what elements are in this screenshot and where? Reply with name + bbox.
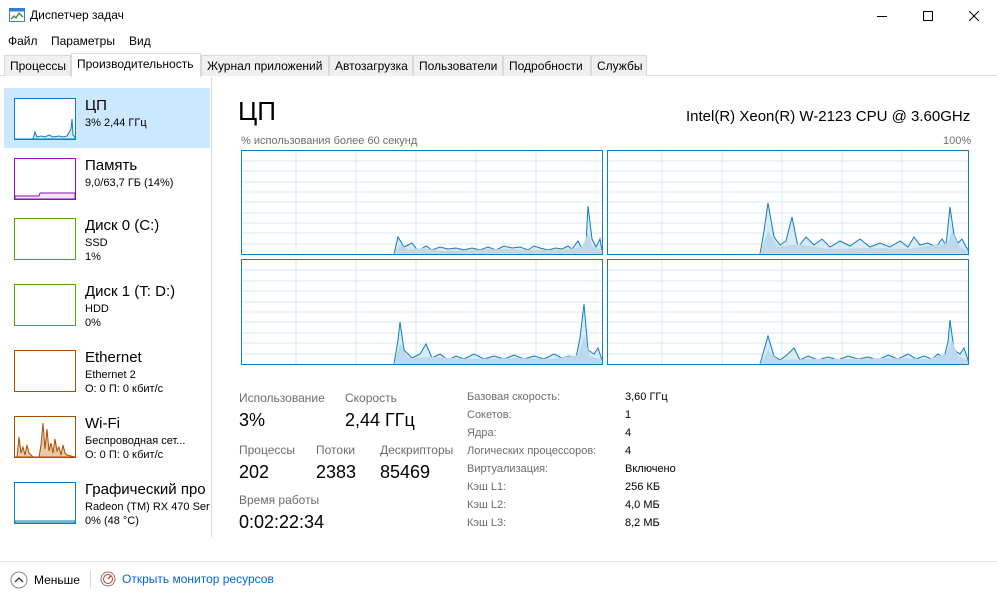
- cpu-thumbnail-graph: [14, 98, 76, 140]
- sidebar-item-detail: Ethernet 2: [85, 369, 136, 381]
- spec-value-logical-processors: 4: [625, 445, 632, 457]
- handles-label: Дескрипторы: [380, 443, 454, 457]
- uptime-value: 0:02:22:34: [239, 512, 325, 532]
- fewer-details-button[interactable]: Меньше: [10, 571, 80, 589]
- sidebar-item-detail: 3% 2,44 ГГц: [85, 117, 147, 129]
- chevron-up-icon: [10, 571, 28, 589]
- sidebar-item-wifi[interactable]: Wi-Fi Беспроводная сет... О: 0 П: 0 кбит…: [4, 406, 210, 466]
- sidebar-item-title: ЦП: [85, 97, 107, 114]
- cpu-core-graph-2: [607, 150, 969, 255]
- footer-divider: [90, 570, 91, 588]
- open-resource-monitor-link[interactable]: Открыть монитор ресурсов: [100, 571, 274, 587]
- cpu-model-name: Intel(R) Xeon(R) W-2123 CPU @ 3.60GHz: [686, 108, 971, 125]
- tab-users[interactable]: Пользователи: [413, 55, 503, 76]
- cpu-core-graph-3: [241, 259, 603, 365]
- sidebar-item-title: Wi-Fi: [85, 415, 120, 432]
- page-title: ЦП: [238, 96, 276, 126]
- memory-thumbnail-graph: [14, 158, 76, 200]
- resource-sidebar: ЦП 3% 2,44 ГГц Память 9,0/63,7 ГБ (14%) …: [0, 77, 212, 537]
- title-bar: Диспетчер задач: [0, 0, 997, 31]
- spec-label-virtualization: Виртуализация:: [467, 463, 549, 475]
- maximize-icon: [923, 10, 933, 21]
- menu-bar: Файл Параметры Вид: [0, 31, 997, 52]
- close-button[interactable]: [951, 0, 997, 31]
- sidebar-item-title: Память: [85, 157, 138, 174]
- cpu-core-graph-1: [241, 150, 603, 255]
- sidebar-item-detail-2: О: 0 П: 0 кбит/с: [85, 383, 164, 395]
- threads-value: 2383: [316, 462, 357, 482]
- tab-details[interactable]: Подробности: [503, 55, 591, 76]
- spec-label-sockets: Сокетов:: [467, 409, 512, 421]
- sidebar-item-title: Графический про: [85, 481, 206, 498]
- disk-1-thumbnail-graph: [14, 284, 76, 326]
- speed-label: Скорость: [345, 391, 397, 405]
- usage-value: 3%: [239, 410, 266, 430]
- tab-processes[interactable]: Процессы: [4, 55, 71, 76]
- minimize-icon: [877, 15, 887, 17]
- handles-value: 85469: [380, 462, 431, 482]
- spec-label-l2-cache: Кэш L2:: [467, 499, 507, 511]
- maximize-button[interactable]: [905, 0, 951, 31]
- sidebar-item-detail-2: О: 0 П: 0 кбит/с: [85, 449, 164, 461]
- spec-label-base-speed: Базовая скорость:: [467, 391, 561, 403]
- sidebar-item-detail: 9,0/63,7 ГБ (14%): [85, 177, 174, 189]
- spec-value-l1-cache: 256 КБ: [625, 481, 661, 493]
- graph-axis-label: % использования более 60 секунд: [241, 135, 418, 147]
- spec-value-cores: 4: [625, 427, 632, 439]
- sidebar-item-gpu[interactable]: Графический про Radeon (TM) RX 470 Ser 0…: [4, 472, 210, 532]
- processes-label: Процессы: [239, 443, 296, 457]
- cpu-core-graph-4: [607, 259, 969, 365]
- sidebar-item-detail-2: 0% (48 °C): [85, 515, 139, 527]
- gpu-thumbnail-graph: [14, 482, 76, 524]
- sidebar-item-title: Ethernet: [85, 349, 142, 366]
- close-icon: [969, 10, 979, 21]
- sidebar-item-detail: SSD: [85, 237, 108, 249]
- tab-app-history[interactable]: Журнал приложений: [201, 55, 329, 76]
- sidebar-item-title: Диск 0 (C:): [85, 217, 160, 234]
- spec-label-l3-cache: Кэш L3:: [467, 517, 507, 529]
- spec-label-l1-cache: Кэш L1:: [467, 481, 507, 493]
- resource-monitor-icon: [100, 571, 116, 587]
- sidebar-item-cpu[interactable]: ЦП 3% 2,44 ГГц: [4, 88, 210, 148]
- tab-startup[interactable]: Автозагрузка: [329, 55, 413, 76]
- uptime-label: Время работы: [239, 493, 320, 507]
- threads-label: Потоки: [316, 443, 356, 457]
- menu-options[interactable]: Параметры: [51, 34, 115, 48]
- tab-performance[interactable]: Производительность: [71, 53, 201, 77]
- spec-value-virtualization: Включено: [625, 463, 676, 475]
- sidebar-item-disk-1[interactable]: Диск 1 (T: D:) HDD 0%: [4, 274, 210, 334]
- processes-value: 202: [239, 462, 270, 482]
- ethernet-thumbnail-graph: [14, 350, 76, 392]
- sidebar-item-detail: Беспроводная сет...: [85, 435, 186, 447]
- sidebar-item-title: Диск 1 (T: D:): [85, 283, 176, 300]
- speed-value: 2,44 ГГц: [345, 410, 415, 430]
- spec-value-l3-cache: 8,2 МБ: [625, 517, 660, 529]
- task-manager-icon: [9, 8, 25, 22]
- sidebar-item-detail-2: 1%: [85, 251, 101, 263]
- spec-value-sockets: 1: [625, 409, 632, 421]
- spec-value-base-speed: 3,60 ГГц: [625, 391, 668, 403]
- spec-value-l2-cache: 4,0 МБ: [625, 499, 660, 511]
- window-title: Диспетчер задач: [30, 8, 124, 22]
- tab-services[interactable]: Службы: [591, 55, 647, 76]
- sidebar-item-ethernet[interactable]: Ethernet Ethernet 2 О: 0 П: 0 кбит/с: [4, 340, 210, 400]
- sidebar-item-detail: HDD: [85, 303, 109, 315]
- spec-label-cores: Ядра:: [467, 427, 497, 439]
- disk-0-thumbnail-graph: [14, 218, 76, 260]
- sidebar-item-detail-2: 0%: [85, 317, 101, 329]
- sidebar-item-detail: Radeon (TM) RX 470 Ser: [85, 501, 210, 513]
- sidebar-item-disk-0[interactable]: Диск 0 (C:) SSD 1%: [4, 208, 210, 268]
- usage-label: Использование: [239, 391, 325, 405]
- open-resource-monitor-label: Открыть монитор ресурсов: [122, 572, 274, 586]
- minimize-button[interactable]: [859, 0, 905, 31]
- footer-bar: Меньше Открыть монитор ресурсов: [0, 561, 997, 597]
- graph-axis-max: 100%: [943, 135, 972, 147]
- tab-strip: Процессы Производительность Журнал прило…: [0, 53, 997, 77]
- wifi-thumbnail-graph: [14, 416, 76, 458]
- spec-label-logical-processors: Логических процессоров:: [467, 445, 597, 457]
- fewer-details-label: Меньше: [34, 573, 80, 587]
- sidebar-item-memory[interactable]: Память 9,0/63,7 ГБ (14%): [4, 148, 210, 208]
- menu-view[interactable]: Вид: [129, 34, 151, 48]
- menu-file[interactable]: Файл: [8, 34, 38, 48]
